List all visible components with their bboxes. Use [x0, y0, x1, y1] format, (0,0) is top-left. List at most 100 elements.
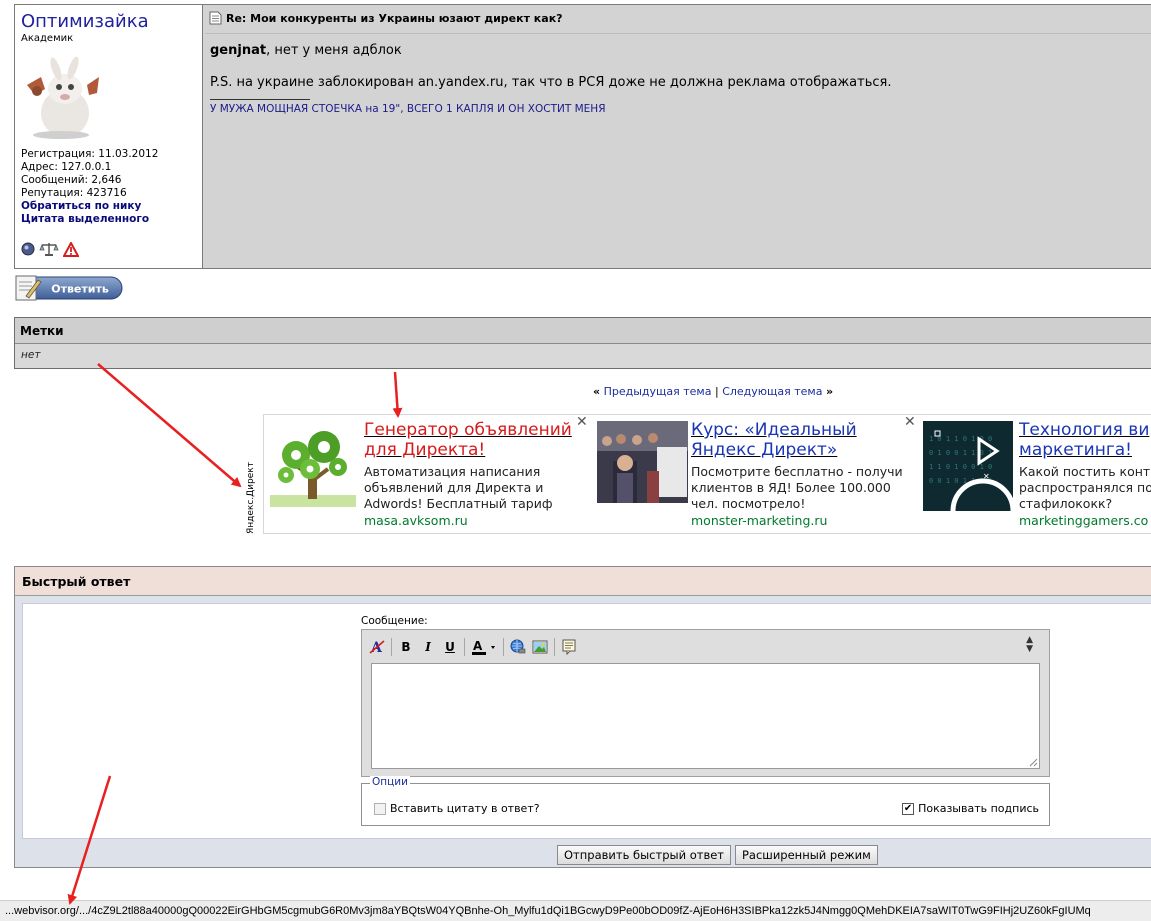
ad-digital-play-image: 1 0 1 1 0 1 0 0 0 1 0 0 1 1 0 1 1 1 0 1 … — [923, 421, 1013, 511]
post-title: Re: Мои конкуренты из Украины юзают дире… — [226, 11, 563, 25]
browser-status-bar: ...webvisor.org/.../4cZ9L2tl88a40000gQ00… — [0, 900, 1151, 921]
ad-item[interactable]: Курс: «Идеальный Яндекс Директ» Посмотри… — [595, 415, 922, 533]
svg-text:0 1 0 0 1 1 0 1: 0 1 0 0 1 1 0 1 — [929, 449, 992, 457]
tags-panel: Метки нет — [14, 317, 1151, 369]
prev-arrows: « — [593, 385, 601, 398]
ad-title-1-line1[interactable]: Генератор объявлений — [364, 420, 572, 440]
message-editor: A B I U A ▲▼ — [361, 629, 1050, 777]
post-content: Re: Мои конкуренты из Украины юзают дире… — [203, 5, 1151, 268]
author-username[interactable]: Оптимизайка — [21, 11, 202, 33]
reply-button[interactable]: Ответить — [14, 274, 124, 302]
post-signature[interactable]: У МУЖА МОЩНАЯ СТОЕЧКА на 19", ВСЕГО 1 КА… — [210, 103, 606, 115]
textarea-resize-grip-icon[interactable] — [1028, 757, 1038, 767]
post-text-line1-rest: , нет у меня адблок — [266, 43, 402, 58]
post-title-divider — [205, 33, 1151, 34]
reputation-scales-icon[interactable] — [39, 241, 59, 257]
toolbar-separator — [391, 638, 392, 656]
underline-button[interactable]: U — [440, 637, 460, 657]
author-info: Регистрация: 11.03.2012 Адрес: 127.0.0.1… — [21, 148, 158, 226]
ad-title-2[interactable]: Курс: «Идеальный Яндекс Директ» — [691, 420, 857, 460]
ad-block: Генератор объявлений для Директа! Автома… — [263, 414, 1151, 534]
message-label: Сообщение: — [361, 615, 428, 627]
svg-text:1 1 0 1 0 0 1 0: 1 1 0 1 0 0 1 0 — [929, 463, 992, 471]
insert-quote-icon[interactable] — [559, 637, 579, 657]
font-color-button[interactable]: A — [469, 637, 499, 657]
ad-seminar-photo-image — [597, 421, 688, 503]
signature-divider — [210, 99, 310, 100]
remove-format-icon[interactable]: A — [367, 637, 387, 657]
annotation-arrow-to-ad-title — [392, 371, 403, 418]
thread-nav-separator: | — [714, 385, 719, 398]
annotation-arrow-to-direct-label — [97, 363, 242, 488]
next-thread-link[interactable]: Следующая тема — [722, 385, 822, 398]
author-rank: Академик — [21, 33, 74, 44]
editor-resize-arrows-icon[interactable]: ▲ ▼ — [1026, 636, 1033, 654]
toolbar-separator — [464, 638, 465, 656]
author-avatar — [21, 55, 101, 139]
reply-to-user: genjnat — [210, 43, 267, 58]
next-arrows: » — [825, 385, 834, 398]
quick-reply-buttons: Отправить быстрый ответ Расширенный режи… — [557, 845, 878, 865]
bold-button[interactable]: B — [396, 637, 416, 657]
mention-by-nick-link[interactable]: Обратиться по нику — [21, 200, 158, 213]
ad-title-3-line1[interactable]: Технология ви — [1019, 420, 1149, 440]
show-signature-checkbox[interactable]: ✔ — [902, 802, 915, 815]
ad-title-3[interactable]: Технология ви маркетинга! — [1019, 420, 1149, 460]
ad-gears-tree-image — [268, 421, 358, 511]
advanced-mode-button[interactable]: Расширенный режим — [735, 845, 878, 865]
thread-navigation: « Предыдущая тема | Следующая тема » — [593, 385, 833, 398]
italic-button[interactable]: I — [418, 637, 438, 657]
ad-item[interactable]: 1 0 1 1 0 1 0 0 0 1 0 0 1 1 0 1 1 1 0 1 … — [922, 415, 1151, 533]
send-quick-reply-button[interactable]: Отправить быстрый ответ — [557, 845, 731, 865]
options-fieldset: Опции Вставить цитату в ответ? ✔ Показыв… — [361, 776, 1050, 826]
quick-reply-header[interactable]: Быстрый ответ — [15, 567, 1151, 596]
prev-thread-link[interactable]: Предыдущая тема — [604, 385, 712, 398]
ad-domain-1[interactable]: masa.avksom.ru — [364, 513, 468, 528]
ad-close-icon[interactable]: ✕ — [904, 415, 916, 429]
post-text-line1: genjnat, нет у меня адблок — [210, 43, 402, 58]
author-registration: Регистрация: 11.03.2012 — [21, 148, 159, 160]
insert-quote-label: Вставить цитату в ответ? — [390, 802, 540, 815]
ad-title-1[interactable]: Генератор объявлений для Директа! — [364, 420, 572, 460]
insert-quote-checkbox[interactable] — [374, 802, 386, 815]
author-reputation: Репутация: 423716 — [21, 187, 127, 199]
post-document-icon — [209, 11, 222, 25]
ad-title-2-line1[interactable]: Курс: «Идеальный — [691, 420, 857, 440]
ad-domain-2[interactable]: monster-marketing.ru — [691, 513, 827, 528]
author-messages: Сообщений: 2,646 — [21, 174, 122, 186]
show-signature-label: Показывать подпись — [918, 802, 1039, 815]
ad-desc-1: Автоматизация написания объявлений для Д… — [364, 464, 553, 511]
forum-post: Оптимизайка Академик Регистрация: 11.03.… — [14, 4, 1151, 269]
insert-link-globe-icon[interactable] — [508, 637, 528, 657]
ad-item[interactable]: Генератор объявлений для Директа! Автома… — [264, 415, 594, 533]
tags-value: нет — [15, 344, 1151, 368]
ad-domain-3[interactable]: marketinggamers.co — [1019, 513, 1148, 528]
report-warning-icon[interactable] — [63, 241, 79, 257]
post-text-line2: P.S. на украине заблокирован an.yandex.r… — [210, 75, 892, 90]
option-show-signature: ✔ Показывать подпись — [902, 802, 1039, 815]
quote-selection-link[interactable]: Цитата выделенного — [21, 213, 158, 226]
toolbar-separator — [554, 638, 555, 656]
message-textarea[interactable] — [371, 663, 1040, 769]
editor-toolbar: A B I U A — [367, 636, 579, 658]
svg-text:✕: ✕ — [983, 472, 990, 481]
post-title-row: Re: Мои конкуренты из Украины юзают дире… — [209, 11, 563, 25]
author-status-icons — [21, 241, 79, 257]
author-address: Адрес: 127.0.0.1 — [21, 161, 112, 173]
online-status-icon — [21, 242, 35, 256]
option-insert-quote: Вставить цитату в ответ? — [374, 802, 540, 815]
ad-close-icon[interactable]: ✕ — [576, 415, 588, 429]
font-color-letter: A — [473, 639, 483, 653]
ad-title-1-line2[interactable]: для Директа! — [364, 440, 485, 460]
ad-title-3-line2[interactable]: маркетинга! — [1019, 440, 1132, 460]
reply-button-label: Ответить — [51, 283, 109, 296]
ad-title-2-line2[interactable]: Яндекс Директ» — [691, 440, 837, 460]
options-legend: Опции — [370, 776, 410, 788]
tags-header: Метки — [15, 318, 1151, 344]
ad-desc-2: Посмотрите бесплатно - получи клиентов в… — [691, 464, 903, 511]
insert-image-icon[interactable] — [530, 637, 550, 657]
yandex-direct-label[interactable]: Яндекс.Директ — [246, 454, 264, 534]
ad-desc-3: Какой постить конте распространялся по с… — [1019, 464, 1151, 511]
post-author-panel: Оптимизайка Академик Регистрация: 11.03.… — [15, 5, 203, 268]
toolbar-separator — [503, 638, 504, 656]
